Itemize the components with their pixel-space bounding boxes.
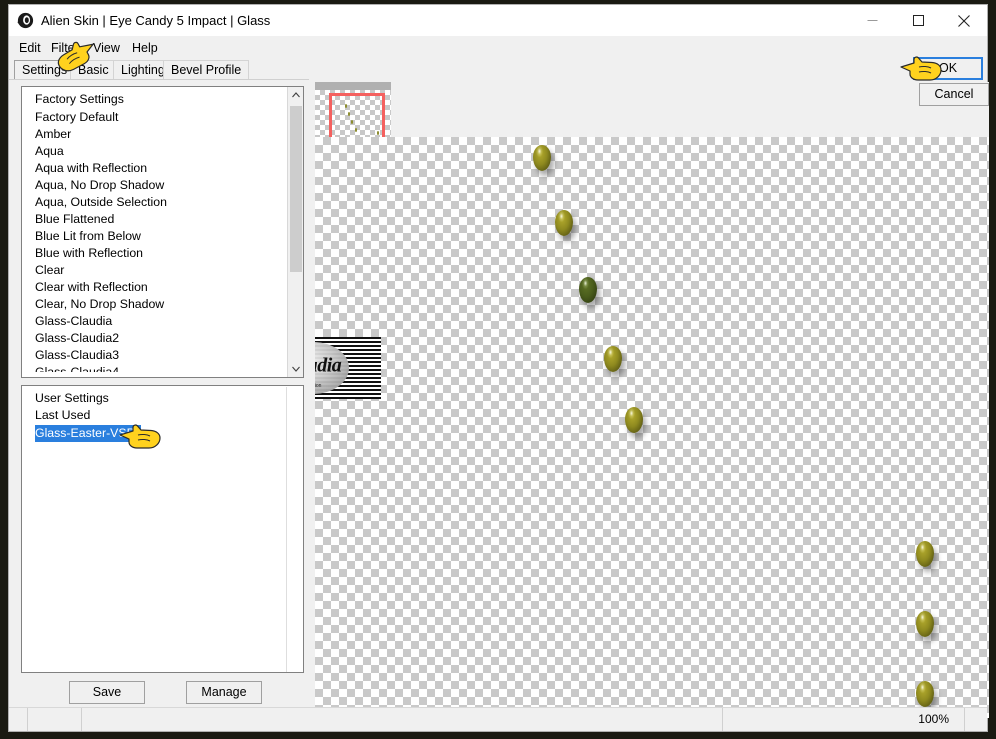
alienskin-logo-icon (17, 12, 34, 29)
preview-canvas[interactable]: claudia creation (315, 137, 989, 718)
cancel-button[interactable]: Cancel (919, 83, 989, 106)
glass-egg-shape (533, 145, 551, 171)
list-item[interactable]: Aqua, Outside Selection (22, 194, 288, 211)
menu-item-view[interactable]: View (89, 39, 124, 57)
scrollbar-thumb[interactable] (290, 106, 302, 272)
save-button[interactable]: Save (69, 681, 145, 704)
manage-button[interactable]: Manage (186, 681, 262, 704)
user-settings-header: User Settings (35, 391, 109, 405)
glass-egg-shape (916, 541, 934, 567)
status-bar: 100% (9, 707, 987, 731)
scroll-up-arrow-icon[interactable] (288, 87, 303, 103)
status-divider (81, 708, 83, 731)
factory-settings-list[interactable]: Factory Settings Factory Default Amber A… (22, 87, 288, 377)
user-settings-panel: User Settings Last Used Glass-Easter-VSP (21, 385, 304, 673)
tab-basic[interactable]: Basic (70, 60, 117, 80)
glass-egg-shape (916, 611, 934, 637)
status-divider (722, 708, 724, 731)
window-title: Alien Skin | Eye Candy 5 Impact | Glass (41, 13, 271, 28)
tab-bar: Settings Basic Lighting Bevel Profile (9, 58, 987, 80)
minimize-button[interactable] (849, 5, 895, 36)
scroll-down-arrow-icon[interactable] (288, 361, 303, 377)
glass-egg-shape (579, 277, 597, 303)
list-item[interactable]: Glass-Claudia4 (22, 364, 288, 372)
list-item[interactable]: Aqua (22, 143, 288, 160)
list-item[interactable]: Clear (22, 262, 288, 279)
status-divider (964, 708, 966, 731)
screenshot-root: Alien Skin | Eye Candy 5 Impact | Glass … (0, 0, 996, 739)
list-item[interactable]: Clear, No Drop Shadow (22, 296, 288, 313)
list-item[interactable]: Glass-Claudia3 (22, 347, 288, 364)
glass-egg-shape (625, 407, 643, 433)
menu-item-edit[interactable]: Edit (15, 39, 45, 57)
application-window: Alien Skin | Eye Candy 5 Impact | Glass … (8, 4, 989, 732)
list-item[interactable]: Glass-Claudia (22, 313, 288, 330)
factory-settings-header: Factory Settings (35, 92, 124, 106)
watermark-subtext: creation (315, 382, 322, 389)
factory-settings-panel: Factory Settings Factory Default Amber A… (21, 86, 304, 378)
tab-bevel-profile[interactable]: Bevel Profile (163, 60, 250, 80)
tab-settings[interactable]: Settings (14, 60, 76, 80)
list-item[interactable]: Blue Lit from Below (22, 228, 288, 245)
list-item[interactable]: Glass-Claudia2 (22, 330, 288, 347)
menu-item-filter[interactable]: Filter (47, 39, 83, 57)
claudia-watermark: claudia creation (315, 337, 381, 399)
list-item[interactable]: Factory Default (22, 109, 288, 126)
menu-bar: Edit Filter View Help (9, 36, 987, 58)
list-item[interactable]: Blue with Reflection (22, 245, 288, 262)
ok-button[interactable]: OK (913, 57, 983, 80)
glass-egg-shape (555, 210, 573, 236)
glass-egg-shape (604, 346, 622, 372)
user-list-divider (286, 387, 287, 672)
list-item[interactable]: Aqua with Reflection (22, 160, 288, 177)
list-item[interactable]: Aqua, No Drop Shadow (22, 177, 288, 194)
zoom-level-text: 100% (918, 712, 949, 726)
factory-list-scrollbar[interactable] (287, 87, 303, 377)
preview-pane: Preview Background: None claudia creatio… (312, 82, 989, 718)
watermark-text: claudia (315, 354, 342, 377)
title-bar: Alien Skin | Eye Candy 5 Impact | Glass (9, 5, 987, 36)
list-item[interactable]: Clear with Reflection (22, 279, 288, 296)
window-controls (849, 5, 987, 36)
maximize-button[interactable] (895, 5, 941, 36)
menu-item-help[interactable]: Help (128, 39, 162, 57)
glass-egg-shape (916, 681, 934, 707)
status-divider (27, 708, 29, 731)
list-item-selected[interactable]: Glass-Easter-VSP (35, 425, 141, 442)
list-item[interactable]: Amber (22, 126, 288, 143)
list-item[interactable]: Blue Flattened (22, 211, 288, 228)
user-settings-list[interactable]: User Settings Last Used Glass-Easter-VSP (22, 386, 303, 442)
list-item[interactable]: Last Used (22, 407, 303, 424)
tab-underline (9, 79, 309, 80)
close-button[interactable] (941, 5, 987, 36)
